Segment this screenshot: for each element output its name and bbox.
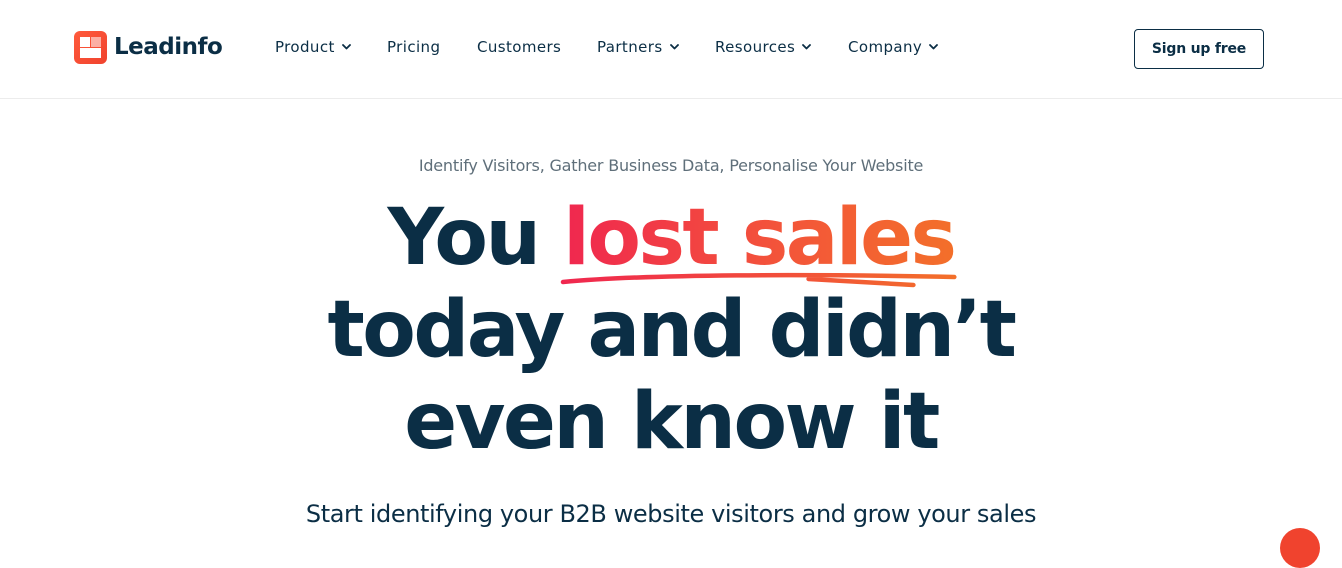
nav-item-label: Company — [848, 38, 923, 56]
sign-up-button[interactable]: Sign up free — [1134, 29, 1264, 69]
nav-item-label: Pricing — [387, 38, 441, 56]
nav-item-label: Resources — [715, 38, 796, 56]
chevron-down-icon — [802, 44, 812, 50]
nav-item-partners[interactable]: Partners — [597, 38, 679, 56]
nav-item-customers[interactable]: Customers — [477, 38, 561, 56]
nav-item-label: Partners — [597, 38, 663, 56]
leadinfo-logo-icon — [74, 30, 107, 64]
brand-name: Leadinfo — [114, 34, 223, 60]
chevron-down-icon — [929, 44, 939, 50]
headline-prefix: You — [387, 193, 564, 283]
nav-item-product[interactable]: Product — [275, 38, 351, 56]
headline-highlight: lost sales — [560, 192, 957, 288]
nav-item-label: Product — [275, 38, 335, 56]
headline-line-3: even know it — [404, 377, 940, 467]
nav-item-company[interactable]: Company — [848, 38, 939, 56]
hero-subheadline: Start identifying your B2B website visit… — [305, 500, 1037, 528]
nav-item-pricing[interactable]: Pricing — [387, 38, 440, 56]
nav-item-label: Customers — [477, 38, 562, 56]
scribble-underline-icon — [560, 272, 957, 288]
hero-headline: You lost sales today and didn’t even kno… — [0, 192, 1342, 468]
chevron-down-icon — [669, 44, 679, 50]
brand-logo[interactable]: Leadinfo — [74, 30, 223, 64]
chat-bubble-icon[interactable] — [1280, 528, 1320, 568]
chevron-down-icon — [341, 44, 351, 50]
site-header: Leadinfo Product Pricing Customers Partn… — [0, 0, 1342, 99]
hero-eyebrow: Identify Visitors, Gather Business Data,… — [418, 156, 924, 175]
headline-line-2: today and didn’t — [327, 285, 1017, 375]
nav-item-resources[interactable]: Resources — [715, 38, 812, 56]
headline-line-1: You lost sales — [0, 192, 1342, 288]
